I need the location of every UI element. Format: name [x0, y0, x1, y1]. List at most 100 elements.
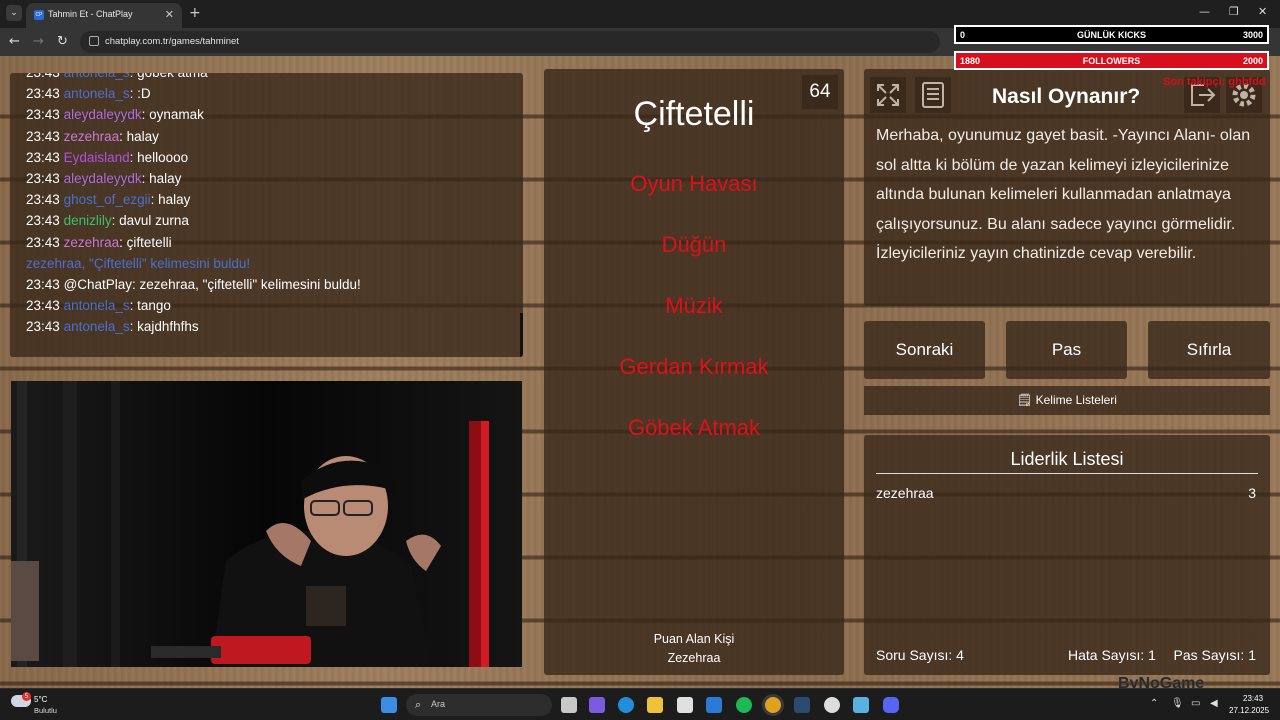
windows-start-icon[interactable]: [381, 697, 397, 713]
chat-system-message: zezehraa, "Çiftetelli" kelimesini buldu!: [26, 255, 251, 271]
forward-icon[interactable]: →: [33, 34, 44, 50]
last-follower-text: Son takipçi: ghbfdd: [1163, 76, 1266, 88]
weather-desc: Bulutlu: [34, 706, 57, 715]
chat-username[interactable]: zezehraa: [64, 235, 120, 250]
chat-message: 23:43 aleydaleyydk: halay: [26, 171, 181, 186]
windows-taskbar: 5 5°C Bulutlu ⌕ Ara ⌃ 🎙 ▭ ◀ 23:43 27.12.…: [0, 688, 1280, 720]
url-text: chatplay.com.tr/games/tahminet: [105, 36, 239, 47]
timer-counter: 64: [802, 75, 838, 109]
reload-icon[interactable]: ↻: [57, 34, 68, 50]
chat-username[interactable]: antonela_s: [64, 73, 130, 80]
edge-icon[interactable]: [618, 697, 634, 713]
chat-time: 23:43: [26, 298, 60, 314]
back-icon[interactable]: ←: [9, 34, 20, 50]
task-view-icon[interactable]: [561, 697, 577, 713]
chat-message: 23:43 aleydaleyydk: oynamak: [26, 107, 204, 122]
chat-text: : davul zurna: [111, 213, 189, 229]
chat-username[interactable]: aleydaleyydk: [64, 171, 142, 186]
kicks-label: GÜNLÜK KICKS: [1077, 30, 1146, 40]
chat-username[interactable]: ghost_of_ezgii: [64, 192, 151, 207]
window-close-icon[interactable]: ✕: [1258, 5, 1267, 18]
spotify-icon[interactable]: [736, 697, 752, 713]
chat-username[interactable]: @ChatPlay: [64, 277, 132, 292]
chat-text: : kajdhfhfhs: [129, 319, 199, 335]
taskbar-search[interactable]: ⌕ Ara: [406, 694, 552, 716]
app-icon[interactable]: [853, 697, 869, 713]
chat-message: 23:43 antonela_s: :D: [26, 86, 151, 101]
tab-close-icon[interactable]: ✕: [165, 8, 174, 21]
volume-icon[interactable]: ◀: [1210, 698, 1218, 709]
word-card-panel: Çiftetelli 64 Oyun Havası Düğün Müzik Ge…: [544, 69, 844, 675]
restore-icon[interactable]: ❐: [1229, 5, 1239, 18]
chat-text: : :D: [129, 86, 151, 102]
weather-badge: 5: [22, 692, 31, 701]
fullscreen-icon[interactable]: [870, 77, 906, 113]
store-icon[interactable]: [677, 697, 693, 713]
discord-icon[interactable]: [883, 697, 899, 713]
clock-time[interactable]: 23:43: [1243, 694, 1263, 703]
copilot-icon[interactable]: [589, 697, 605, 713]
chrome-icon[interactable]: [765, 697, 781, 713]
chat-text: : halay: [150, 192, 191, 208]
chat-username[interactable]: antonela_s: [64, 86, 130, 101]
chat-message: 23:43 zezehraa: halay: [26, 129, 159, 144]
chat-message: 23:43 zezehraa: çiftetelli: [26, 235, 172, 250]
clock-date[interactable]: 27.12.2025: [1229, 706, 1269, 715]
chat-scrollbar[interactable]: [520, 313, 523, 357]
followers-bar: 1880 FOLLOWERS 2000: [954, 51, 1269, 70]
chat-message: 23:43 @ChatPlay: zezehraa, "çiftetelli" …: [26, 277, 361, 292]
forbidden-word: Gerdan Kırmak: [619, 354, 769, 379]
next-button[interactable]: Sonraki: [864, 321, 985, 379]
mail-icon[interactable]: [706, 697, 722, 713]
chat-username[interactable]: aleydaleyydk: [64, 107, 142, 122]
chat-username[interactable]: antonela_s: [64, 319, 130, 334]
chat-time: 23:43: [26, 149, 60, 165]
question-count: Soru Sayısı: 4: [876, 647, 964, 663]
chat-time: 23:43: [26, 107, 60, 123]
chat-time: 23:43: [26, 192, 60, 208]
url-field[interactable]: chatplay.com.tr/games/tahminet: [80, 31, 940, 53]
how-to-play-title: Nasıl Oynanır?: [992, 85, 1141, 108]
tab-title: Tahmin Et - ChatPlay: [48, 9, 133, 19]
chat-time: 23:43: [26, 277, 60, 292]
file-explorer-icon[interactable]: [647, 697, 663, 713]
reset-button[interactable]: Sıfırla: [1148, 321, 1270, 379]
obs-icon[interactable]: [824, 697, 840, 713]
chat-time: 23:43: [26, 171, 60, 186]
forbidden-word: Müzik: [665, 293, 723, 318]
chat-message: 23:43 antonela_s: kajdhfhfhs: [26, 319, 199, 334]
chat-message: 23:43 Eydaisland: helloooo: [26, 150, 188, 165]
chat-username[interactable]: Eydaisland: [64, 150, 130, 165]
tab-search-menu-icon[interactable]: ⌄: [6, 5, 22, 21]
forbidden-word: Düğün: [661, 232, 727, 257]
daily-kicks-bar: 0 GÜNLÜK KICKS 3000: [954, 25, 1269, 44]
steam-icon[interactable]: [794, 697, 810, 713]
followers-goal: 2000: [1242, 56, 1263, 66]
chat-text: : zezehraa, "çiftetelli" kelimesini buld…: [132, 277, 361, 292]
minimize-icon[interactable]: —: [1199, 5, 1210, 18]
chat-message: zezehraa, "Çiftetelli" kelimesini buldu!: [26, 256, 250, 271]
weather-temp: 5°C: [34, 695, 48, 704]
document-icon[interactable]: [915, 77, 951, 113]
error-count: Hata Sayısı: 1: [1068, 647, 1156, 663]
word-lists-button[interactable]: 🗒 Kelime Listeleri: [864, 386, 1270, 415]
tray-chevron-icon[interactable]: ⌃: [1150, 698, 1158, 709]
pass-button[interactable]: Pas: [1006, 321, 1127, 379]
scorer-name: Zezehraa: [667, 651, 721, 665]
network-icon[interactable]: ▭: [1191, 698, 1200, 709]
chat-username[interactable]: zezehraa: [64, 129, 120, 144]
chat-username[interactable]: denizlily: [64, 213, 112, 228]
chat-time: 23:43: [26, 234, 60, 250]
chat-username[interactable]: antonela_s: [64, 298, 130, 313]
favicon-icon: CP: [34, 10, 44, 20]
chat-text: : tango: [129, 298, 171, 314]
leaderboard-player-name: zezehraa: [876, 485, 934, 501]
search-placeholder: Ara: [431, 699, 446, 709]
microphone-icon[interactable]: 🎙: [1171, 698, 1184, 709]
site-info-icon[interactable]: [89, 36, 99, 46]
leaderboard-title: Liderlik Listesi: [1010, 449, 1124, 469]
chat-message: 23:43 antonela_s: tango: [26, 298, 171, 313]
browser-tab[interactable]: CP Tahmin Et - ChatPlay ✕: [26, 3, 182, 28]
new-tab-icon[interactable]: +: [189, 5, 201, 21]
chat-time: 23:43: [26, 86, 60, 102]
